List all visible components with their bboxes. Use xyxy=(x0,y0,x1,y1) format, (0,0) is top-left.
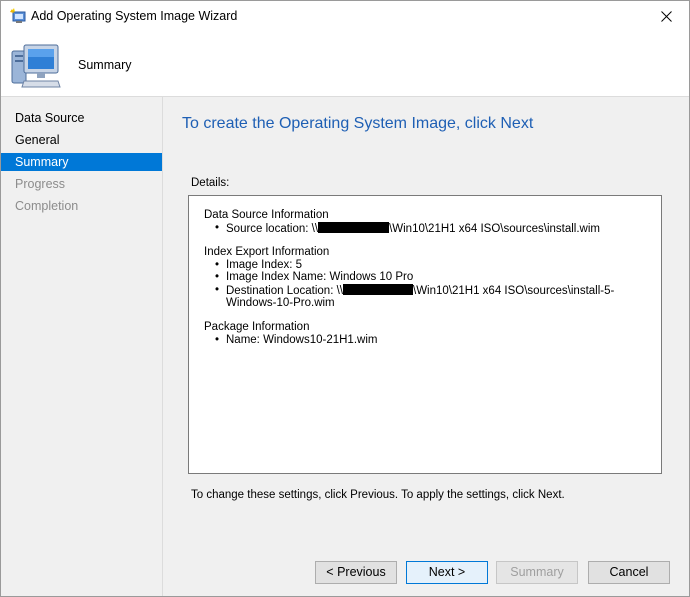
cancel-button[interactable]: Cancel xyxy=(588,561,670,584)
title-bar: Add Operating System Image Wizard xyxy=(1,1,689,32)
index-export-section: Index Export Information Image Index: 5 … xyxy=(204,246,614,310)
destination-suffix: \Win10\21H1 x64 ISO\sources\install-5- xyxy=(413,284,615,297)
header-title: Summary xyxy=(78,58,132,72)
package-title: Package Information xyxy=(204,321,310,333)
package-section: Package Information Name: Windows10-21H1… xyxy=(204,321,377,346)
wizard-step-nav: Data Source General Summary Progress Com… xyxy=(1,97,163,596)
source-location-item: Source location: \\ \Win10\21H1 x64 ISO\s… xyxy=(204,221,600,236)
next-button[interactable]: Next > xyxy=(406,561,488,584)
wizard-window: Add Operating System Image Wizard Summar… xyxy=(0,0,690,597)
close-icon xyxy=(660,11,672,22)
destination-line2: Windows-10-Pro.wim xyxy=(226,297,335,309)
computer-icon xyxy=(11,44,61,88)
redacted-server-name xyxy=(343,283,413,295)
destination-location-item: Destination Location: \\ \Win10\21H1 x64 … xyxy=(204,283,615,310)
details-textbox[interactable]: Data Source Information Source location:… xyxy=(188,195,662,474)
data-source-title: Data Source Information xyxy=(204,209,329,221)
index-export-title: Index Export Information xyxy=(204,246,330,258)
image-index-item: Image Index: 5 xyxy=(204,259,614,272)
wizard-app-icon xyxy=(10,8,26,23)
instruction-text: To change these settings, click Previous… xyxy=(191,489,565,501)
source-location-prefix: Source location: \\ xyxy=(226,222,319,235)
destination-prefix: Destination Location: \\ xyxy=(226,284,343,297)
package-name-item: Name: Windows10-21H1.wim xyxy=(204,334,377,347)
previous-button[interactable]: < Previous xyxy=(315,561,397,584)
nav-item-completion: Completion xyxy=(15,199,79,213)
image-index-name-item: Image Index Name: Windows 10 Pro xyxy=(204,271,614,284)
close-button[interactable] xyxy=(643,1,689,32)
details-label: Details: xyxy=(191,177,230,189)
page-heading: To create the Operating System Image, cl… xyxy=(182,115,534,132)
wizard-header: Summary xyxy=(1,32,689,97)
redacted-server-name xyxy=(318,221,390,233)
nav-item-data-source[interactable]: Data Source xyxy=(1,109,162,127)
data-source-section: Data Source Information Source location:… xyxy=(204,209,600,235)
nav-item-general[interactable]: General xyxy=(1,131,162,149)
source-location-suffix: \Win10\21H1 x64 ISO\sources\install.wim xyxy=(389,222,600,235)
nav-item-progress: Progress xyxy=(15,177,66,191)
window-title: Add Operating System Image Wizard xyxy=(31,9,238,23)
summary-button: Summary xyxy=(496,561,578,584)
nav-item-summary[interactable]: Summary xyxy=(1,153,162,171)
wizard-content: To create the Operating System Image, cl… xyxy=(163,97,689,596)
